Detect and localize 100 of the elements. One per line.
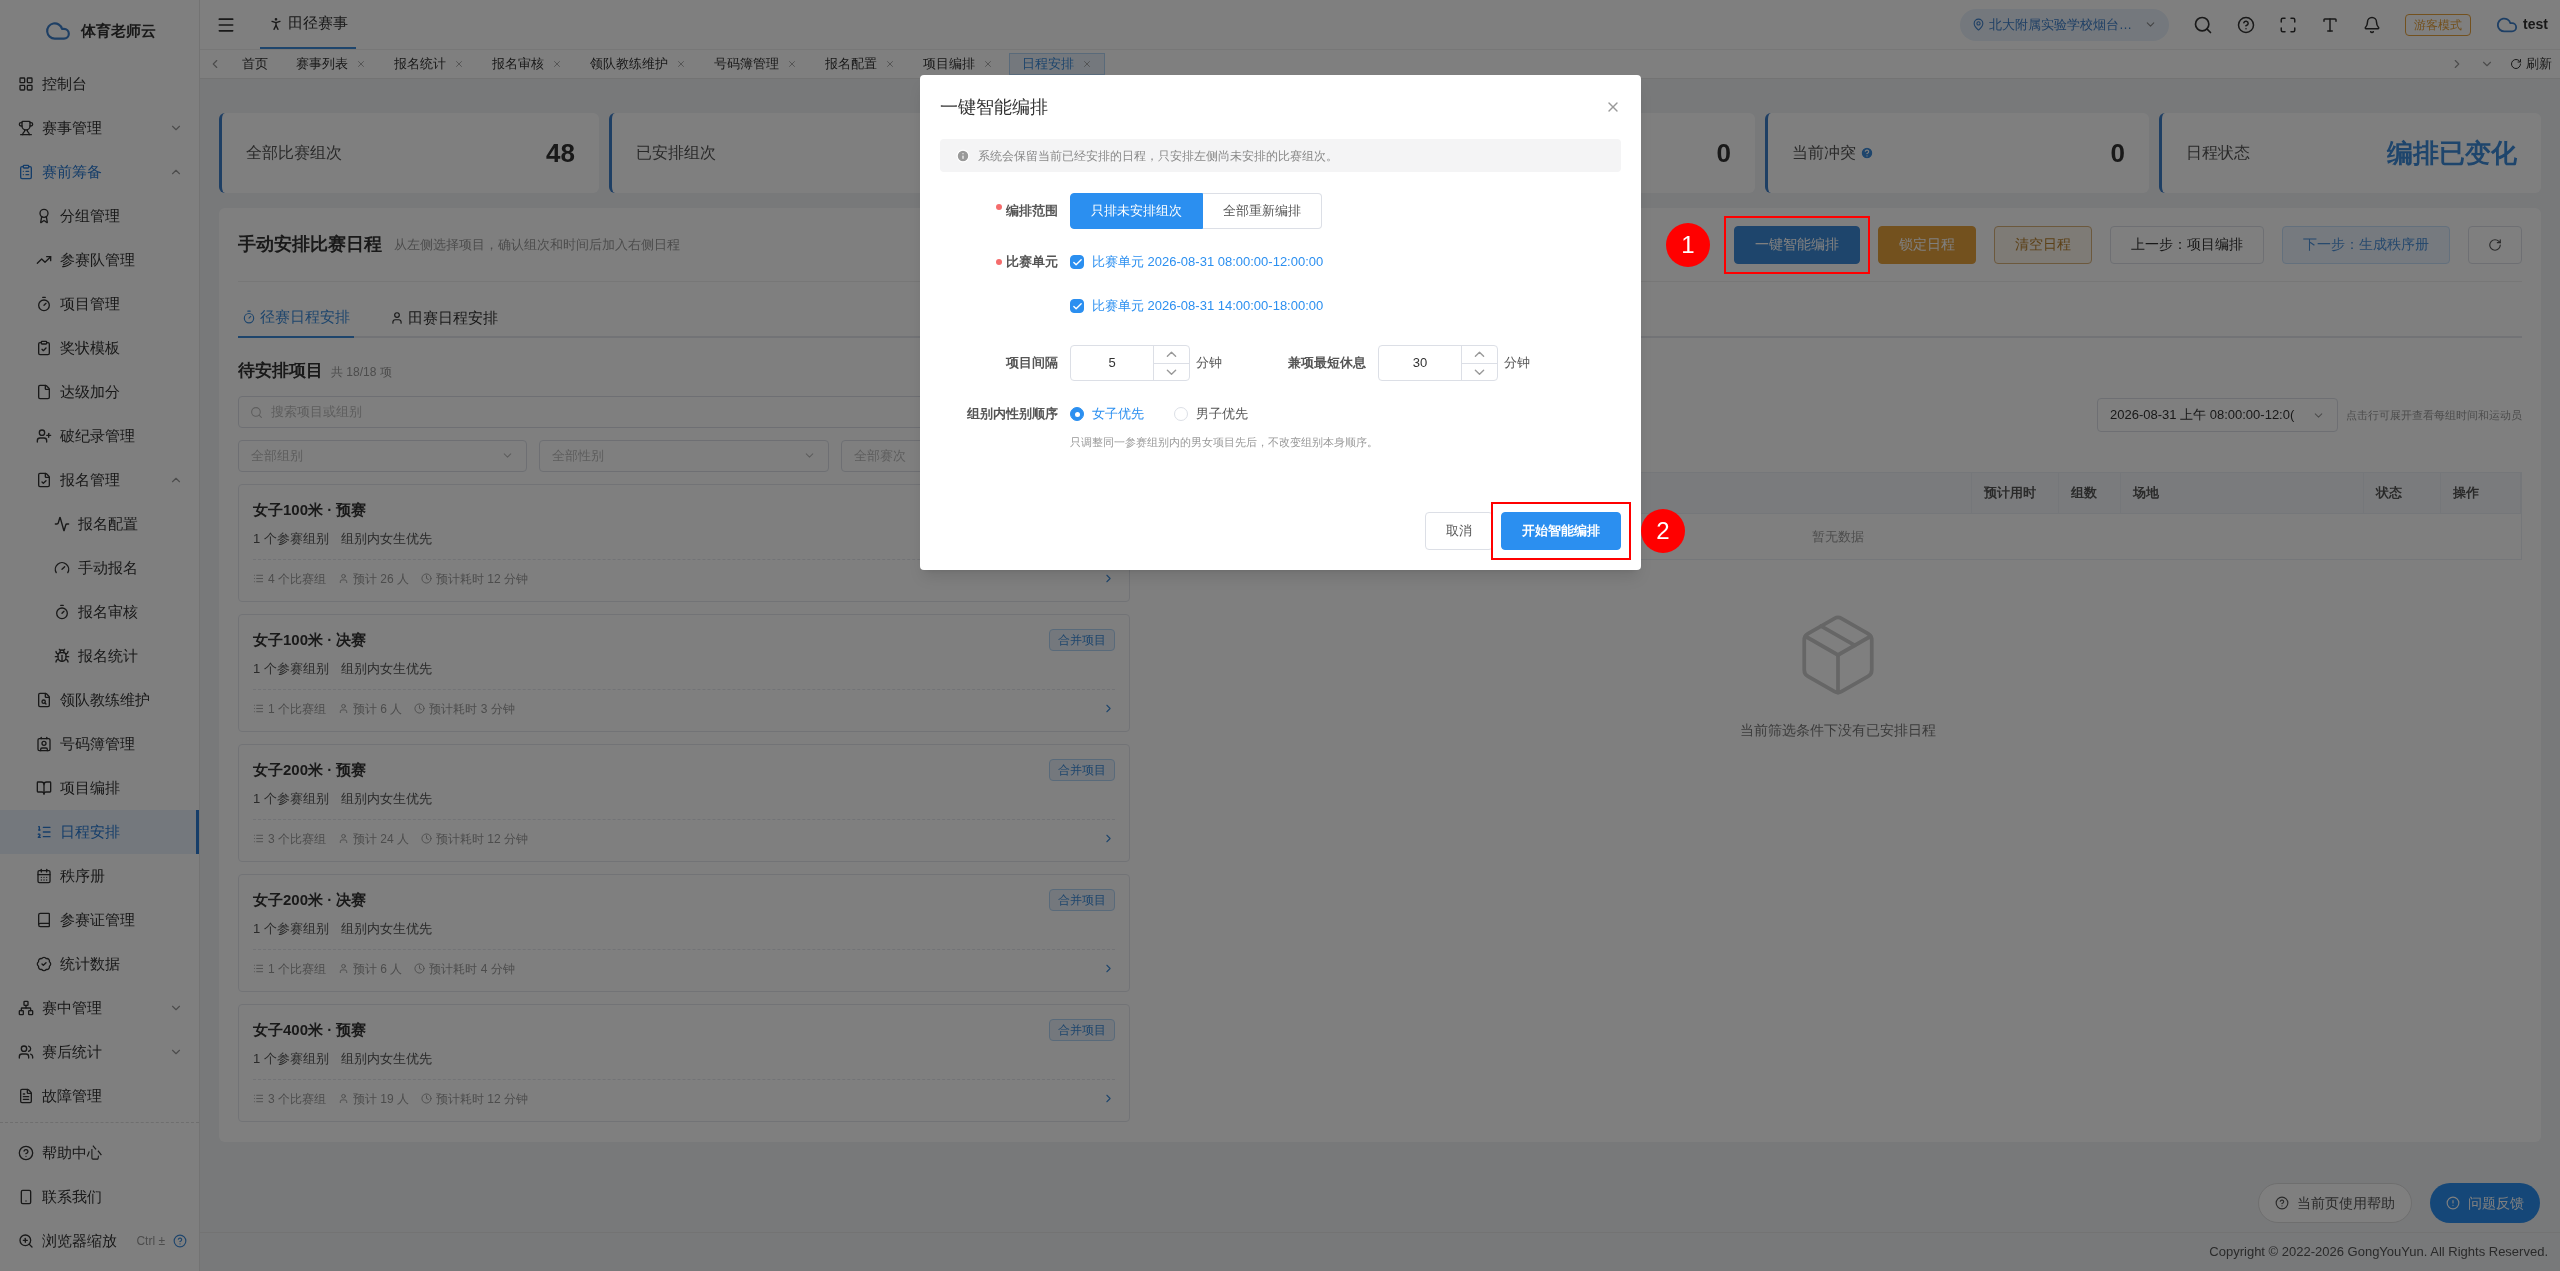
sidebar-item[interactable]: 破纪录管理: [0, 414, 199, 458]
floating-button[interactable]: 问题反馈: [2430, 1183, 2540, 1223]
sidebar-item[interactable]: 参赛队管理: [0, 238, 199, 282]
sidebar-item[interactable]: 达级加分: [0, 370, 199, 414]
page-tab[interactable]: 领队教练维护: [578, 53, 698, 75]
sidebar-item[interactable]: 报名管理: [0, 458, 199, 502]
dialog-button[interactable]: 开始智能编排: [1501, 512, 1621, 550]
close-icon[interactable]: [787, 59, 797, 69]
floating-button[interactable]: 当前页使用帮助: [2258, 1183, 2412, 1223]
user-name[interactable]: test: [2523, 14, 2548, 35]
scope-option[interactable]: 全部重新编排: [1203, 193, 1322, 229]
page-tab[interactable]: 赛事列表: [284, 53, 378, 75]
scope-option[interactable]: 只排未安排组次: [1070, 193, 1203, 229]
number-input[interactable]: 5: [1070, 345, 1190, 381]
table-header-cell: 状态: [2364, 473, 2441, 513]
checkbox-label[interactable]: 比赛单元 2026-08-31 08:00:00-12:00:00: [1092, 252, 1324, 272]
order-rule: 组别内女生优先: [340, 920, 432, 938]
school-selector[interactable]: 北大附属实验学校烟台…: [1960, 8, 2170, 41]
list-icon: [253, 963, 264, 974]
sidebar-item[interactable]: 手动报名: [0, 546, 199, 590]
close-icon[interactable]: [454, 59, 464, 69]
stat-label: 当前冲突: [1792, 143, 1856, 163]
person-icon: [390, 311, 404, 325]
event-title: 女子200米 · 决赛: [253, 889, 367, 910]
page-tab[interactable]: 首页: [230, 53, 280, 75]
refresh-button[interactable]: 刷新: [2502, 54, 2560, 74]
sidebar-item[interactable]: 号码簿管理: [0, 722, 199, 766]
sidebar-item[interactable]: 报名配置: [0, 502, 199, 546]
merged-tag: 合并项目: [1049, 758, 1115, 781]
stat-value: 0: [1716, 136, 1731, 170]
schedule-tab[interactable]: 田赛日程安排: [386, 298, 502, 338]
checkbox[interactable]: [1070, 299, 1084, 313]
session-select[interactable]: 2026-08-31 上午 08:00:00-12:0(: [2097, 398, 2338, 432]
sidebar-item[interactable]: 领队教练维护: [0, 678, 199, 722]
runner-icon: [268, 15, 284, 32]
page-tab[interactable]: 报名配置: [813, 53, 907, 75]
empty-message: 当前筛选条件下没有已安排日程: [1739, 721, 1936, 740]
notification-icon[interactable]: [2363, 15, 2382, 34]
sidebar-link[interactable]: 联系我们: [42, 1185, 187, 1209]
close-icon[interactable]: [1082, 59, 1092, 69]
table-header-cell: 操作: [2441, 473, 2521, 513]
event-title: 女子100米 · 预赛: [253, 499, 367, 520]
close-icon[interactable]: [552, 59, 562, 69]
sidebar-item[interactable]: 赛事管理: [0, 106, 199, 150]
alert-icon: [2446, 1196, 2460, 1210]
font-size-icon[interactable]: [2321, 15, 2340, 34]
close-icon[interactable]: [885, 59, 895, 69]
sidebar-item[interactable]: 秩序册: [0, 854, 199, 898]
footer-icon: [18, 1145, 34, 1161]
sidebar-item[interactable]: 统计数据: [0, 942, 199, 986]
page-tab[interactable]: 报名审核: [480, 53, 574, 75]
page-tab[interactable]: 日程安排: [1009, 53, 1105, 75]
sidebar-item[interactable]: 故障管理: [0, 1074, 199, 1118]
sidebar-item[interactable]: 报名审核: [0, 590, 199, 634]
unit-label: 分钟: [1504, 354, 1530, 373]
sidebar-item[interactable]: 项目管理: [0, 282, 199, 326]
annotation-number: 1: [1666, 222, 1710, 267]
radio-label[interactable]: 男子优先: [1196, 404, 1248, 424]
sidebar-item[interactable]: 报名统计: [0, 634, 199, 678]
schedule-tab[interactable]: 径赛日程安排: [238, 298, 354, 338]
number-input[interactable]: 30: [1378, 345, 1498, 381]
toolbar-button[interactable]: 上一步：项目编排: [2110, 225, 2264, 264]
radio[interactable]: [1070, 407, 1084, 421]
group-count: 1 个参赛组别: [253, 1050, 329, 1068]
refresh-icon: [2510, 58, 2522, 70]
page-tab[interactable]: 报名统计: [382, 53, 476, 75]
order-rule: 组别内女生优先: [340, 1050, 432, 1068]
sidebar-link[interactable]: 浏览器缩放: [42, 1229, 129, 1253]
search-icon[interactable]: [2193, 14, 2214, 35]
check-icon: [1071, 256, 1083, 268]
help-icon[interactable]: [2237, 15, 2256, 34]
toolbar-button[interactable]: 清空日程: [1994, 225, 2092, 264]
sidebar-item[interactable]: 日程安排: [0, 810, 199, 854]
sidebar-link[interactable]: 帮助中心: [42, 1141, 187, 1165]
fullscreen-icon[interactable]: [2279, 15, 2298, 34]
sidebar-item[interactable]: 项目编排: [0, 766, 199, 810]
reload-button[interactable]: [2468, 225, 2522, 264]
sidebar-item[interactable]: 控制台: [0, 62, 199, 106]
sidebar-item[interactable]: 赛后统计: [0, 1030, 199, 1074]
sidebar-item[interactable]: 赛前筹备: [0, 150, 199, 194]
merged-tag: 合并项目: [1049, 1018, 1115, 1041]
person-icon: [338, 703, 349, 714]
toolbar-button[interactable]: 一键智能编排: [1734, 225, 1860, 264]
close-icon[interactable]: [983, 59, 993, 69]
dialog-button[interactable]: 取消: [1425, 512, 1493, 550]
sidebar-item[interactable]: 赛中管理: [0, 986, 199, 1030]
sidebar-item[interactable]: 参赛证管理: [0, 898, 199, 942]
close-icon[interactable]: [356, 59, 366, 69]
page-tab[interactable]: 项目编排: [911, 53, 1005, 75]
help-icon[interactable]: [173, 1234, 187, 1248]
event-title: 女子400米 · 预赛: [253, 1019, 367, 1040]
refresh-icon: [2488, 237, 2502, 252]
checkbox-label[interactable]: 比赛单元 2026-08-31 14:00:00-18:00:00: [1092, 296, 1324, 316]
sidebar-item[interactable]: 分组管理: [0, 194, 199, 238]
close-icon[interactable]: [676, 59, 686, 69]
sidebar-item[interactable]: 奖状模板: [0, 326, 199, 370]
copyright-text: Copyright © 2022-2026 GongYouYun. All Rights Reserved.: [2209, 1243, 2548, 1262]
checkbox[interactable]: [1070, 255, 1084, 269]
page-tab[interactable]: 号码簿管理: [702, 53, 809, 75]
field-hint: 只调整同一参赛组别内的男女项目先后，不改变组别本身顺序。: [1070, 435, 1379, 450]
